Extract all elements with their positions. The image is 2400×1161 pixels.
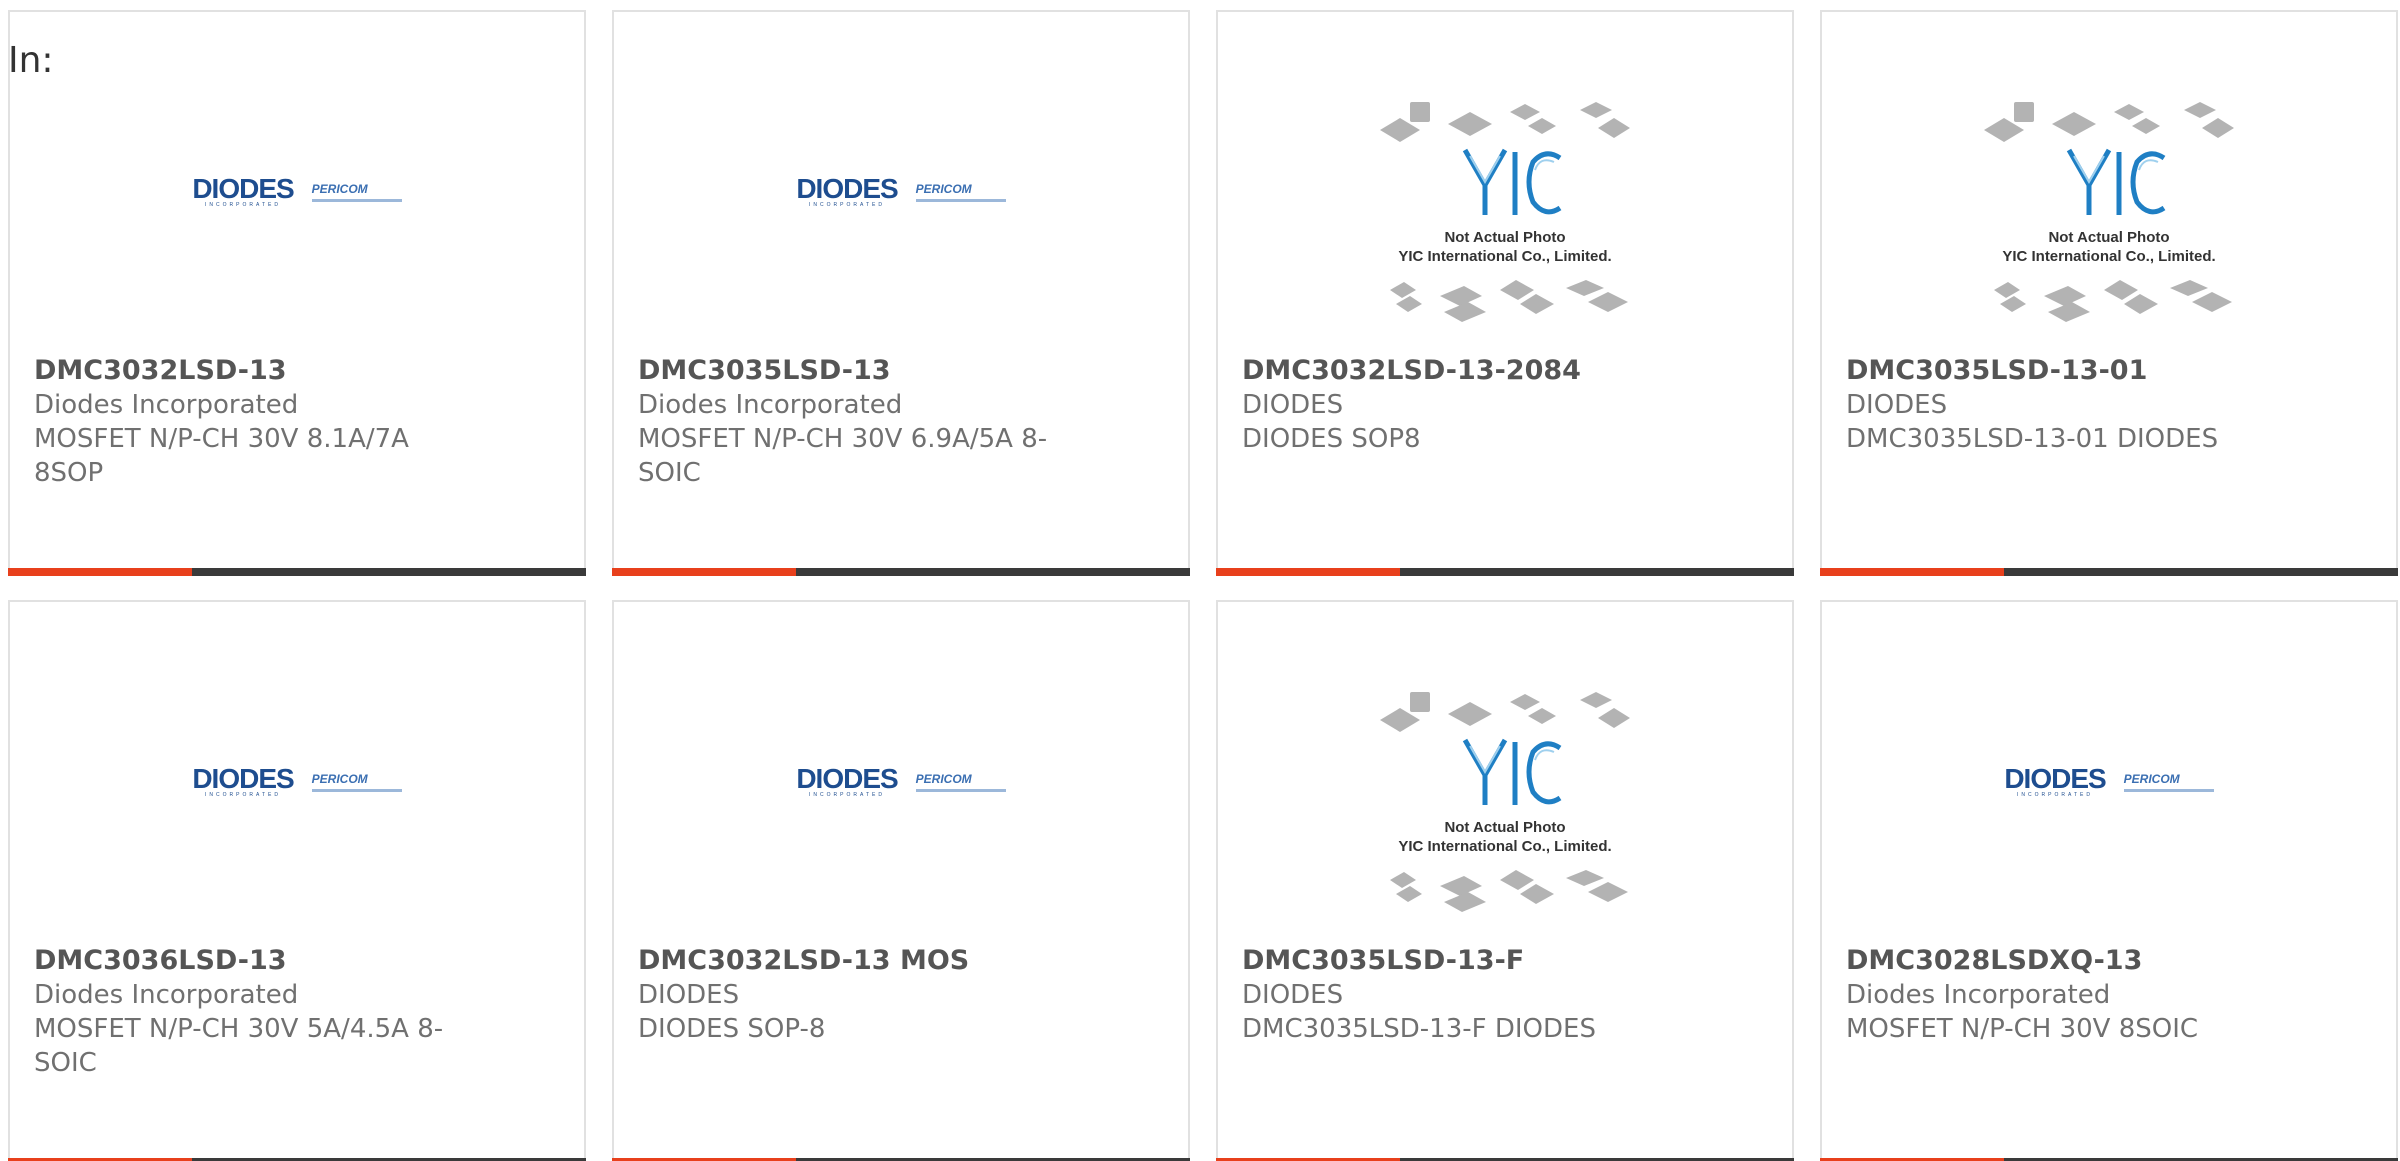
yic-caption-line2: YIC International Co., Limited. — [2002, 248, 2215, 265]
product-image: Not Actual Photo YIC International Co., … — [1218, 602, 1792, 942]
yic-chip-graphic: Not Actual Photo YIC International Co., … — [1984, 102, 2234, 322]
product-image: DIODES INCORPORATED PERICOM — [1822, 602, 2396, 942]
part-number[interactable]: DMC3032LSD-13-2084 — [1242, 354, 1672, 388]
part-number[interactable]: DMC3035LSD-13-F — [1242, 944, 1672, 978]
yic-caption-line2: YIC International Co., Limited. — [1398, 838, 1611, 855]
diodes-logo-sub: INCORPORATED — [809, 202, 885, 208]
product-card[interactable]: Not Actual Photo YIC International Co., … — [1820, 10, 2398, 576]
pericom-logo-word: PERICOM — [311, 182, 368, 196]
pericom-logo-word: PERICOM — [2123, 772, 2180, 786]
diodes-logo-word: DIODES — [192, 763, 294, 794]
manufacturer: Diodes Incorporated — [34, 980, 299, 1010]
description: MOSFET N/P-CH 30V 8.1A/7A 8SOP — [34, 424, 409, 488]
diodes-logo-sub: INCORPORATED — [205, 792, 281, 798]
diodes-logo-word: DIODES — [2004, 763, 2106, 794]
part-number[interactable]: DMC3035LSD-13-01 — [1846, 354, 2276, 388]
product-card[interactable]: Not Actual Photo YIC International Co., … — [1216, 10, 1794, 576]
description: MOSFET N/P-CH 30V 8SOIC — [1846, 1014, 2199, 1044]
card-bottom-bar — [1216, 568, 1794, 576]
manufacturer: Diodes Incorporated — [1846, 980, 2111, 1010]
product-card[interactable]: DIODES INCORPORATED PERICOM DMC3032LSD-1… — [8, 10, 586, 576]
diodes-logo: DIODES INCORPORATED PERICOM — [796, 173, 1006, 208]
product-image: DIODES INCORPORATED PERICOM — [614, 602, 1188, 942]
part-number[interactable]: DMC3028LSDXQ-13 — [1846, 944, 2276, 978]
card-bottom-bar — [612, 568, 1190, 576]
product-card[interactable]: DIODES INCORPORATED PERICOM DMC3036LSD-1… — [8, 600, 586, 1161]
yic-chip-graphic: Not Actual Photo YIC International Co., … — [1380, 692, 1630, 912]
product-card[interactable]: DIODES INCORPORATED PERICOM DMC3035LSD-1… — [612, 10, 1190, 576]
description: DIODES SOP-8 — [638, 1014, 826, 1044]
pericom-logo-tagline — [915, 789, 1006, 792]
product-image: DIODES INCORPORATED PERICOM — [614, 12, 1188, 352]
product-image: DIODES INCORPORATED PERICOM — [10, 12, 584, 352]
product-results-page: In: DIODES INCORPORATED PERICOM DMC3032L… — [0, 0, 2400, 1161]
diodes-logo: DIODES INCORPORATED PERICOM — [192, 173, 402, 208]
pericom-logo-word: PERICOM — [915, 772, 972, 786]
pericom-logo-word: PERICOM — [915, 182, 972, 196]
yic-caption-line1: Not Actual Photo — [1444, 819, 1565, 836]
description: DIODES SOP8 — [1242, 424, 1421, 454]
description: MOSFET N/P-CH 30V 6.9A/5A 8-SOIC — [638, 424, 1048, 488]
diodes-logo-word: DIODES — [796, 763, 898, 794]
diodes-logo-sub: INCORPORATED — [2017, 792, 2093, 798]
yic-caption-line2: YIC International Co., Limited. — [1398, 248, 1611, 265]
product-image: DIODES INCORPORATED PERICOM — [10, 602, 584, 942]
diodes-logo-sub: INCORPORATED — [205, 202, 281, 208]
yic-caption-line1: Not Actual Photo — [1444, 229, 1565, 246]
manufacturer: DIODES — [1242, 390, 1344, 420]
yic-placeholder-image: Not Actual Photo YIC International Co., … — [1370, 90, 1640, 334]
yic-caption-line1: Not Actual Photo — [2048, 229, 2169, 246]
diodes-logo: DIODES INCORPORATED PERICOM — [192, 763, 402, 798]
in-label: In: — [8, 40, 54, 81]
manufacturer: Diodes Incorporated — [34, 390, 299, 420]
description: DMC3035LSD-13-01 DIODES — [1846, 424, 2219, 454]
product-card[interactable]: Not Actual Photo YIC International Co., … — [1216, 600, 1794, 1161]
diodes-logo-sub: INCORPORATED — [809, 792, 885, 798]
manufacturer: Diodes Incorporated — [638, 390, 903, 420]
yic-placeholder-image: Not Actual Photo YIC International Co., … — [1370, 680, 1640, 924]
yic-placeholder-image: Not Actual Photo YIC International Co., … — [1974, 90, 2244, 334]
pericom-logo-tagline — [2123, 789, 2214, 792]
pericom-logo-word: PERICOM — [311, 772, 368, 786]
product-image: Not Actual Photo YIC International Co., … — [1218, 12, 1792, 352]
product-card[interactable]: DIODES INCORPORATED PERICOM DMC3028LSDXQ… — [1820, 600, 2398, 1161]
product-card[interactable]: DIODES INCORPORATED PERICOM DMC3032LSD-1… — [612, 600, 1190, 1161]
manufacturer: DIODES — [1242, 980, 1344, 1010]
part-number[interactable]: DMC3036LSD-13 — [34, 944, 464, 978]
pericom-logo-tagline — [311, 199, 402, 202]
pericom-logo-tagline — [311, 789, 402, 792]
diodes-logo-word: DIODES — [796, 173, 898, 204]
description: MOSFET N/P-CH 30V 5A/4.5A 8-SOIC — [34, 1014, 444, 1078]
diodes-logo: DIODES INCORPORATED PERICOM — [2004, 763, 2214, 798]
part-number[interactable]: DMC3035LSD-13 — [638, 354, 1068, 388]
manufacturer: DIODES — [1846, 390, 1948, 420]
diodes-logo: DIODES INCORPORATED PERICOM — [796, 763, 1006, 798]
product-image: Not Actual Photo YIC International Co., … — [1822, 12, 2396, 352]
part-number[interactable]: DMC3032LSD-13 — [34, 354, 464, 388]
part-number[interactable]: DMC3032LSD-13 MOS — [638, 944, 1068, 978]
diodes-logo-word: DIODES — [192, 173, 294, 204]
yic-chip-graphic: Not Actual Photo YIC International Co., … — [1380, 102, 1630, 322]
description: DMC3035LSD-13-F DIODES — [1242, 1014, 1596, 1044]
manufacturer: DIODES — [638, 980, 740, 1010]
product-grid: DIODES INCORPORATED PERICOM DMC3032LSD-1… — [8, 10, 2398, 1161]
pericom-logo-tagline — [915, 199, 1006, 202]
card-bottom-bar — [8, 568, 586, 576]
card-bottom-bar — [1820, 568, 2398, 576]
